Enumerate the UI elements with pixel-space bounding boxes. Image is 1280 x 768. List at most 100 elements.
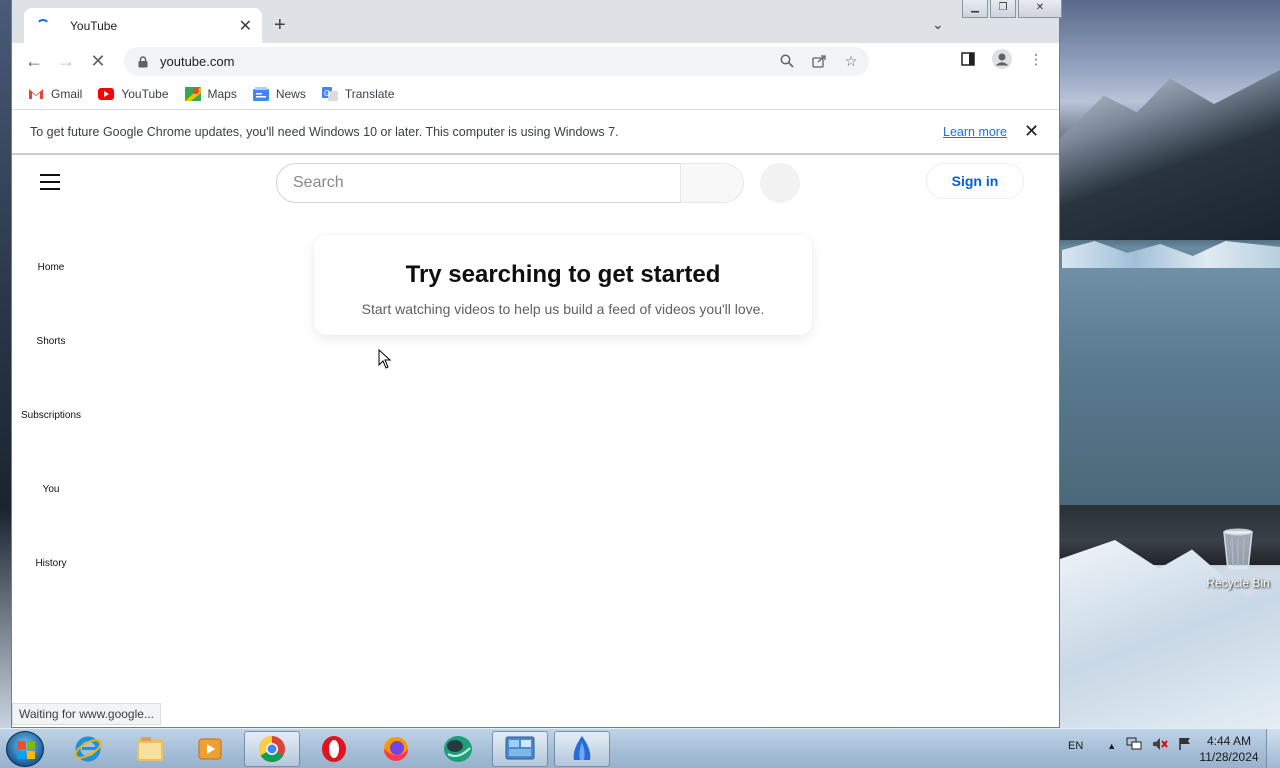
wallpaper-water (1060, 268, 1280, 508)
chrome-window: YouTube ✕ + ⌄ ▁ ❐ ✕ ← → ✕ youtube.com ☆ … (11, 0, 1062, 728)
network-icon[interactable] (1126, 737, 1142, 754)
taskbar-blue-app[interactable] (554, 731, 610, 767)
bookmark-label: News (275, 87, 306, 101)
empty-feed-card: Try searching to get started Start watch… (314, 235, 812, 335)
clock-time: 4:44 AM (1206, 734, 1252, 748)
browser-toolbar: ← → ✕ youtube.com ☆ ⋮ (12, 43, 1059, 79)
infobar-close-icon[interactable]: ✕ (1024, 121, 1039, 142)
news-icon (252, 87, 269, 101)
show-desktop-button[interactable] (1266, 729, 1280, 768)
profile-avatar-icon[interactable] (992, 49, 1012, 69)
windows-logo-icon (17, 741, 35, 759)
empty-feed-title: Try searching to get started (405, 261, 721, 288)
blue-app-icon (573, 736, 591, 760)
show-hidden-icons-icon[interactable]: ▲ (1107, 741, 1116, 751)
wallpaper-ice (1062, 241, 1280, 268)
search-icon[interactable] (779, 53, 795, 69)
bookmarks-bar: Gmail YouTube Maps News G Translate (12, 79, 1059, 109)
learn-more-link[interactable]: Learn more (943, 125, 1007, 139)
nav-shorts[interactable]: Shorts (12, 336, 90, 347)
bookmark-maps[interactable]: Maps (184, 87, 237, 101)
lock-icon (138, 55, 148, 67)
omnibox-actions: ☆ (779, 53, 859, 69)
side-panel-icon[interactable] (958, 49, 978, 69)
share-icon[interactable] (811, 53, 827, 69)
bookmark-star-icon[interactable]: ☆ (843, 53, 859, 69)
mouse-cursor-icon (378, 349, 392, 369)
tab-close-icon[interactable]: ✕ (239, 16, 252, 36)
taskbar-file-explorer[interactable] (122, 731, 178, 767)
gmail-icon (29, 89, 43, 99)
taskbar-clock[interactable]: 4:44 AM 11/28/2024 (1196, 733, 1262, 765)
status-bubble: Waiting for www.google... (12, 703, 161, 725)
bookmark-gmail[interactable]: Gmail (28, 87, 82, 101)
recycle-bin-label: Recycle Bin (1206, 576, 1270, 590)
file-explorer-icon (137, 737, 163, 761)
taskbar-firefox[interactable] (368, 731, 424, 767)
tab-search-chevron-icon[interactable]: ⌄ (932, 16, 944, 33)
youtube-page: Search Sign in Home Shorts Subscriptions… (12, 155, 1059, 725)
chrome-icon (258, 735, 285, 763)
sign-in-button[interactable]: Sign in (926, 163, 1024, 199)
bookmark-news[interactable]: News (252, 87, 306, 101)
youtube-search-button[interactable] (680, 163, 744, 203)
system-tray: EN ▲ (1068, 737, 1192, 754)
tab-strip: YouTube ✕ + ⌄ ▁ ❐ ✕ (12, 0, 1062, 43)
internet-explorer-icon (74, 736, 102, 762)
taskbar-control-panel[interactable] (492, 731, 548, 767)
control-panel-icon (505, 736, 535, 760)
bookmark-label: Maps (207, 87, 237, 101)
start-button[interactable] (6, 731, 44, 767)
nav-you[interactable]: You (12, 484, 90, 495)
nav-history[interactable]: History (12, 558, 90, 569)
bookmark-label: Gmail (51, 87, 83, 101)
taskbar-chrome[interactable] (244, 731, 300, 767)
bookmark-translate[interactable]: G Translate (321, 87, 395, 101)
taskbar-internet-explorer[interactable] (60, 731, 116, 767)
firefox-icon (384, 737, 408, 761)
chrome-menu-icon[interactable]: ⋮ (1026, 49, 1046, 69)
nav-home[interactable]: Home (12, 262, 90, 273)
minimize-button[interactable]: ▁ (962, 0, 988, 18)
nav-subscriptions[interactable]: Subscriptions (12, 410, 90, 421)
language-indicator[interactable]: EN (1068, 740, 1083, 752)
tab-title: YouTube (70, 18, 118, 33)
forward-button[interactable]: → (52, 47, 80, 75)
bookmark-youtube[interactable]: YouTube (98, 87, 169, 101)
translate-icon: G (321, 87, 338, 101)
back-button[interactable]: ← (20, 47, 48, 75)
recycle-bin-icon (1221, 526, 1255, 572)
hamburger-menu-icon[interactable] (40, 174, 60, 195)
window-close-button[interactable]: ✕ (1018, 0, 1062, 18)
loading-spinner-icon (36, 18, 50, 33)
taskbar-opera[interactable] (306, 731, 362, 767)
bookmark-label: YouTube (121, 87, 169, 101)
taskbar-media-player[interactable] (182, 731, 238, 767)
address-bar[interactable]: youtube.com ☆ (124, 47, 869, 76)
action-center-flag-icon[interactable] (1178, 737, 1192, 754)
infobar-message: To get future Google Chrome updates, you… (30, 124, 619, 139)
svg-text:G: G (324, 89, 330, 98)
media-player-icon (198, 738, 222, 760)
search-placeholder: Search (293, 174, 344, 191)
new-tab-button[interactable]: + (274, 14, 286, 37)
update-infobar: To get future Google Chrome updates, you… (12, 109, 1059, 155)
taskbar-green-app[interactable] (430, 731, 486, 767)
stop-loading-button[interactable]: ✕ (84, 47, 112, 75)
opera-icon (322, 736, 346, 762)
youtube-search-input[interactable]: Search (276, 163, 681, 203)
tab-youtube[interactable]: YouTube ✕ (24, 8, 262, 43)
youtube-icon (98, 88, 115, 100)
maximize-button[interactable]: ❐ (990, 0, 1016, 18)
windows-taskbar: EN ▲ 4:44 AM 11/28/2024 (0, 728, 1280, 768)
wallpaper-mountain (1060, 70, 1280, 240)
volume-muted-icon[interactable] (1152, 737, 1168, 754)
recycle-bin[interactable]: Recycle Bin (1200, 526, 1276, 590)
maps-icon (184, 87, 201, 101)
window-controls: ▁ ❐ ✕ (962, 0, 1062, 18)
voice-search-button[interactable] (760, 163, 800, 203)
toolbar-right-actions: ⋮ (958, 49, 1046, 69)
url-text: youtube.com (160, 54, 235, 69)
green-orb-icon (444, 736, 472, 762)
bookmark-label: Translate (344, 87, 395, 101)
